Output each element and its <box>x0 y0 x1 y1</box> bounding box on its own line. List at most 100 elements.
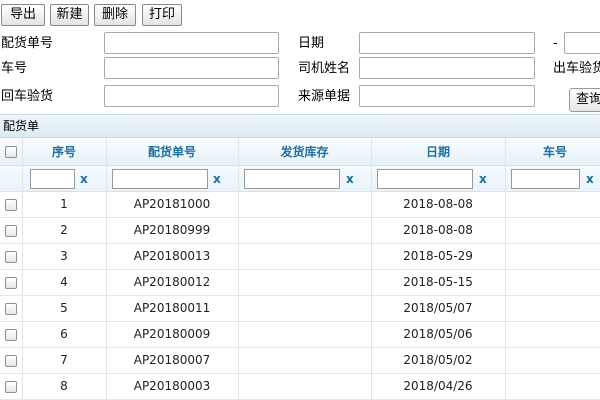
cell-date: 2018/04/26 <box>403 379 473 393</box>
truck-no-label: 车号 <box>1 61 28 76</box>
cell-date: 2018-05-15 <box>403 275 473 289</box>
select-all-checkbox[interactable] <box>5 146 17 158</box>
cell-warehouse <box>238 270 371 295</box>
grid-header-row: 序号 配货单号 发货库存 日期 车号 <box>0 138 600 166</box>
date-label: 日期 <box>298 36 325 51</box>
cell-seq: 3 <box>60 249 68 263</box>
row-checkbox[interactable] <box>5 303 17 315</box>
filter-date-input[interactable] <box>377 169 473 189</box>
cell-warehouse <box>238 348 371 373</box>
search-form: 配货单号 日期 - 车号 司机姓名 出车验货 回车验货 来源单据 查询 <box>0 30 600 112</box>
row-checkbox[interactable] <box>5 251 17 263</box>
column-header-warehouse[interactable]: 发货库存 <box>238 138 371 166</box>
column-divider <box>505 138 506 400</box>
driver-name-label: 司机姓名 <box>298 61 351 76</box>
data-grid: 序号 配货单号 发货库存 日期 车号 x x x x x 1 AP20181000… <box>0 138 600 400</box>
delete-button[interactable]: 删除 <box>94 4 136 26</box>
cell-seq: 4 <box>60 275 68 289</box>
cell-order-no: AP20180013 <box>133 249 211 263</box>
toolbar: 导出 新建 删除 打印 <box>0 0 600 30</box>
column-divider <box>22 138 23 400</box>
filter-seq-clear[interactable]: x <box>80 170 88 188</box>
filter-warehouse-clear[interactable]: x <box>346 170 354 188</box>
column-header-date[interactable]: 日期 <box>371 138 505 166</box>
cell-warehouse <box>238 244 371 269</box>
source-doc-input[interactable] <box>359 85 535 107</box>
filter-truck-input[interactable] <box>511 169 580 189</box>
panel-title: 配货单 <box>3 119 40 133</box>
cell-date: 2018-05-29 <box>403 249 473 263</box>
cell-date: 2018/05/02 <box>403 353 473 367</box>
print-button[interactable]: 打印 <box>142 4 182 26</box>
order-no-input[interactable] <box>104 32 279 54</box>
cell-seq: 5 <box>60 301 68 315</box>
cell-order-no: AP20180012 <box>133 275 211 289</box>
table-row[interactable]: 2 AP20180999 2018-08-08 <box>0 218 600 244</box>
cell-warehouse <box>238 192 371 217</box>
cell-truck <box>505 218 600 243</box>
order-no-label: 配货单号 <box>1 36 54 51</box>
row-checkbox[interactable] <box>5 199 17 211</box>
column-header-seq[interactable]: 序号 <box>22 138 106 166</box>
panel-header: 配货单 <box>0 114 600 138</box>
outbound-check-label: 出车验货 <box>553 61 600 76</box>
cell-warehouse <box>238 218 371 243</box>
return-check-label: 回车验货 <box>1 89 54 104</box>
cell-seq: 6 <box>60 327 68 341</box>
column-header-truck[interactable]: 车号 <box>505 138 600 166</box>
filter-seq-input[interactable] <box>30 169 75 189</box>
cell-warehouse <box>238 374 371 399</box>
table-row[interactable]: 5 AP20180011 2018/05/07 <box>0 296 600 322</box>
date-from-input[interactable] <box>359 32 535 54</box>
date-to-input[interactable] <box>564 32 600 54</box>
row-checkbox[interactable] <box>5 277 17 289</box>
cell-warehouse <box>238 322 371 347</box>
cell-truck <box>505 192 600 217</box>
row-checkbox[interactable] <box>5 355 17 367</box>
table-row[interactable]: 4 AP20180012 2018-05-15 <box>0 270 600 296</box>
cell-date: 2018-08-08 <box>403 197 473 211</box>
cell-order-no: AP20181000 <box>133 197 211 211</box>
table-row[interactable]: 8 AP20180003 2018/04/26 <box>0 374 600 400</box>
row-checkbox[interactable] <box>5 329 17 341</box>
cell-order-no: AP20180007 <box>133 353 211 367</box>
cell-truck <box>505 348 600 373</box>
cell-truck <box>505 270 600 295</box>
row-checkbox[interactable] <box>5 381 17 393</box>
source-doc-label: 来源单据 <box>298 89 351 104</box>
cell-seq: 2 <box>60 223 68 237</box>
table-row[interactable]: 3 AP20180013 2018-05-29 <box>0 244 600 270</box>
driver-name-input[interactable] <box>359 57 535 79</box>
filter-truck-clear[interactable]: x <box>586 170 594 188</box>
cell-date: 2018/05/07 <box>403 301 473 315</box>
query-button[interactable]: 查询 <box>569 88 600 112</box>
table-row[interactable]: 1 AP20181000 2018-08-08 <box>0 192 600 218</box>
filter-order-no-input[interactable] <box>112 169 208 189</box>
return-check-input[interactable] <box>104 85 279 107</box>
cell-truck <box>505 322 600 347</box>
cell-seq: 8 <box>60 379 68 393</box>
cell-truck <box>505 296 600 321</box>
cell-truck <box>505 244 600 269</box>
export-button[interactable]: 导出 <box>1 4 45 26</box>
truck-no-input[interactable] <box>104 57 279 79</box>
table-row[interactable]: 6 AP20180009 2018/05/06 <box>0 322 600 348</box>
filter-date-clear[interactable]: x <box>479 170 487 188</box>
column-divider <box>106 138 107 400</box>
filter-order-no-clear[interactable]: x <box>213 170 221 188</box>
cell-date: 2018-08-08 <box>403 223 473 237</box>
cell-seq: 7 <box>60 353 68 367</box>
column-divider <box>371 138 372 400</box>
filter-warehouse-input[interactable] <box>244 169 340 189</box>
row-checkbox[interactable] <box>5 225 17 237</box>
cell-order-no: AP20180011 <box>133 301 211 315</box>
new-button[interactable]: 新建 <box>50 4 89 26</box>
cell-order-no: AP20180003 <box>133 379 211 393</box>
cell-seq: 1 <box>60 197 68 211</box>
column-header-order-no[interactable]: 配货单号 <box>106 138 238 166</box>
cell-date: 2018/05/06 <box>403 327 473 341</box>
cell-order-no: AP20180009 <box>133 327 211 341</box>
column-divider <box>238 138 239 400</box>
cell-order-no: AP20180999 <box>133 223 211 237</box>
table-row[interactable]: 7 AP20180007 2018/05/02 <box>0 348 600 374</box>
